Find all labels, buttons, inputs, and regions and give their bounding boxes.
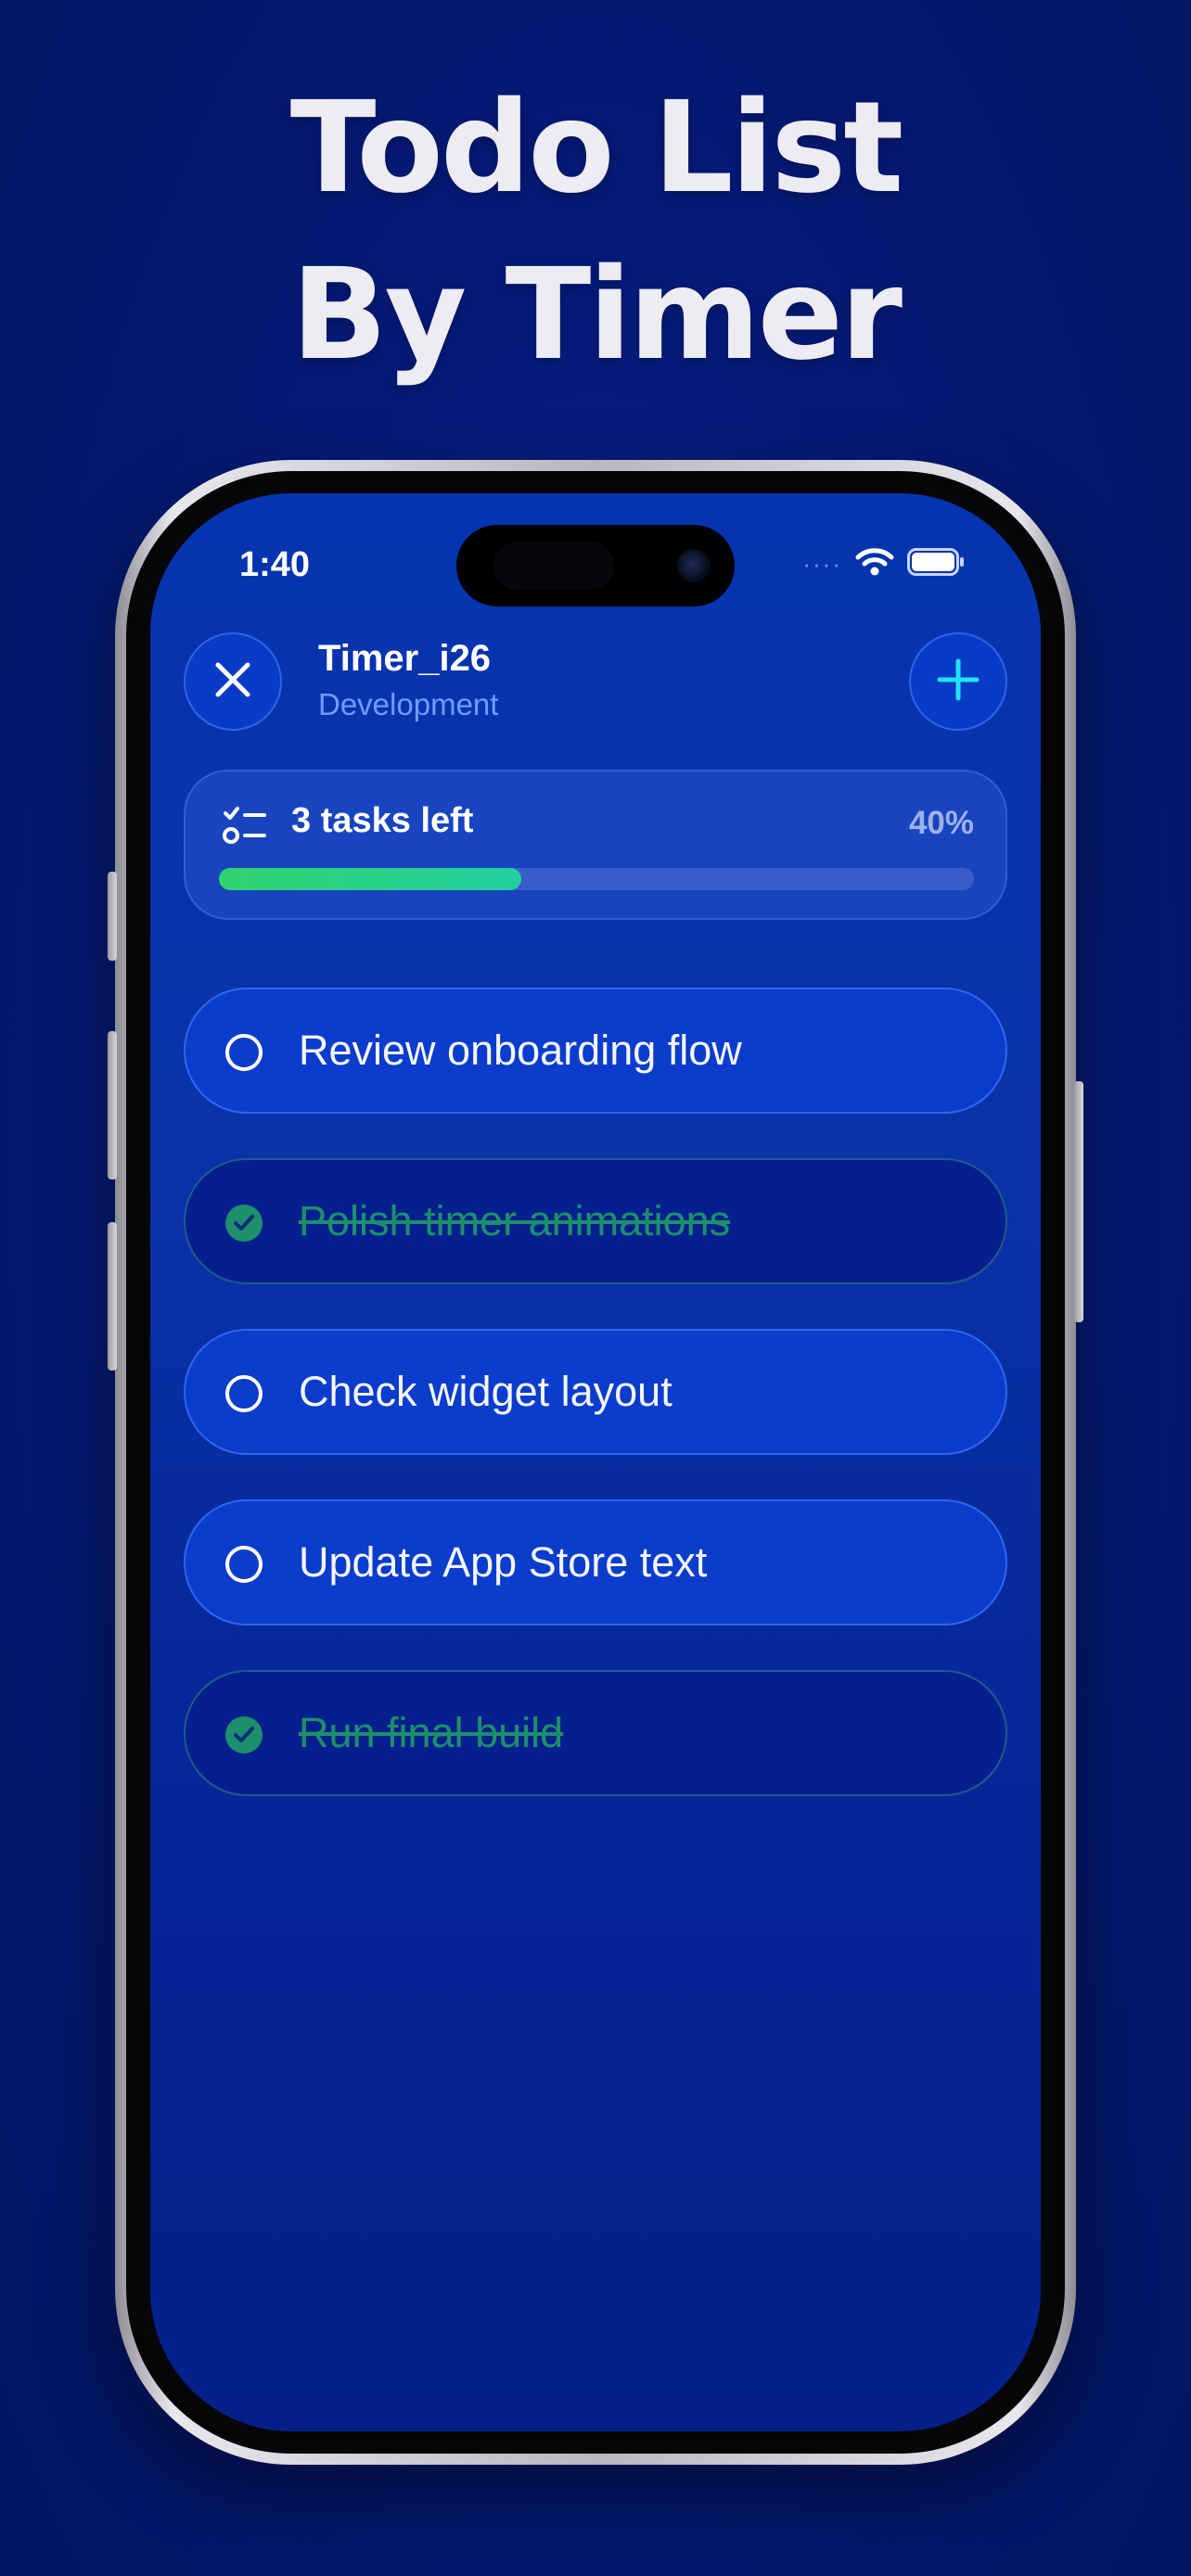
check-circle-icon[interactable] <box>224 1204 263 1247</box>
circle-outline-icon[interactable] <box>224 1545 263 1588</box>
task-item[interactable]: Check widget layout <box>184 1329 1007 1455</box>
close-icon <box>212 659 253 705</box>
close-button[interactable] <box>184 632 282 731</box>
task-label: Polish timer animations <box>299 1197 731 1244</box>
progress-percent: 40% <box>908 805 974 841</box>
wifi-icon <box>855 547 894 581</box>
task-item[interactable]: Run final build <box>184 1670 1007 1796</box>
progress-fill <box>219 868 521 890</box>
status-time: 1:40 <box>239 545 311 584</box>
progress-track <box>219 868 974 890</box>
task-label: Review onboarding flow <box>299 1027 742 1074</box>
circle-outline-icon[interactable] <box>224 1374 263 1418</box>
check-circle-icon[interactable] <box>224 1715 263 1759</box>
action-button <box>108 872 117 961</box>
battery-icon <box>907 548 965 580</box>
checklist-icon <box>223 805 267 850</box>
status-indicators: ···· <box>802 547 965 581</box>
tasks-left-label: 3 tasks left <box>291 801 474 840</box>
island-sensor <box>493 542 614 590</box>
headline-line-2: By Timer <box>290 242 903 389</box>
progress-card: 3 tasks left 40% <box>184 770 1007 920</box>
list-header: Timer_i26 Development <box>318 638 498 722</box>
task-item[interactable]: Polish timer animations <box>184 1158 1007 1284</box>
add-task-button[interactable] <box>909 632 1007 731</box>
volume-down-button <box>108 1222 117 1371</box>
plus-icon <box>936 657 980 707</box>
task-item[interactable]: Review onboarding flow <box>184 988 1007 1114</box>
power-button <box>1074 1081 1083 1322</box>
task-label: Update App Store text <box>299 1538 708 1586</box>
circle-outline-icon[interactable] <box>224 1033 263 1077</box>
dynamic-island <box>456 525 735 606</box>
task-label: Run final build <box>299 1709 564 1756</box>
list-title: Timer_i26 <box>318 638 492 679</box>
phone-screen: 1:40 ···· Timer_i26 Development 3 tasks … <box>150 493 1041 2431</box>
volume-up-button <box>108 1031 117 1180</box>
promo-headline: Todo List By Timer <box>0 65 1191 399</box>
task-label: Check widget layout <box>299 1368 672 1415</box>
headline-line-1: Todo List <box>289 75 904 222</box>
list-category: Development <box>318 687 499 721</box>
task-item[interactable]: Update App Store text <box>184 1499 1007 1626</box>
front-camera <box>677 549 711 582</box>
signal-icon: ···· <box>802 550 842 578</box>
